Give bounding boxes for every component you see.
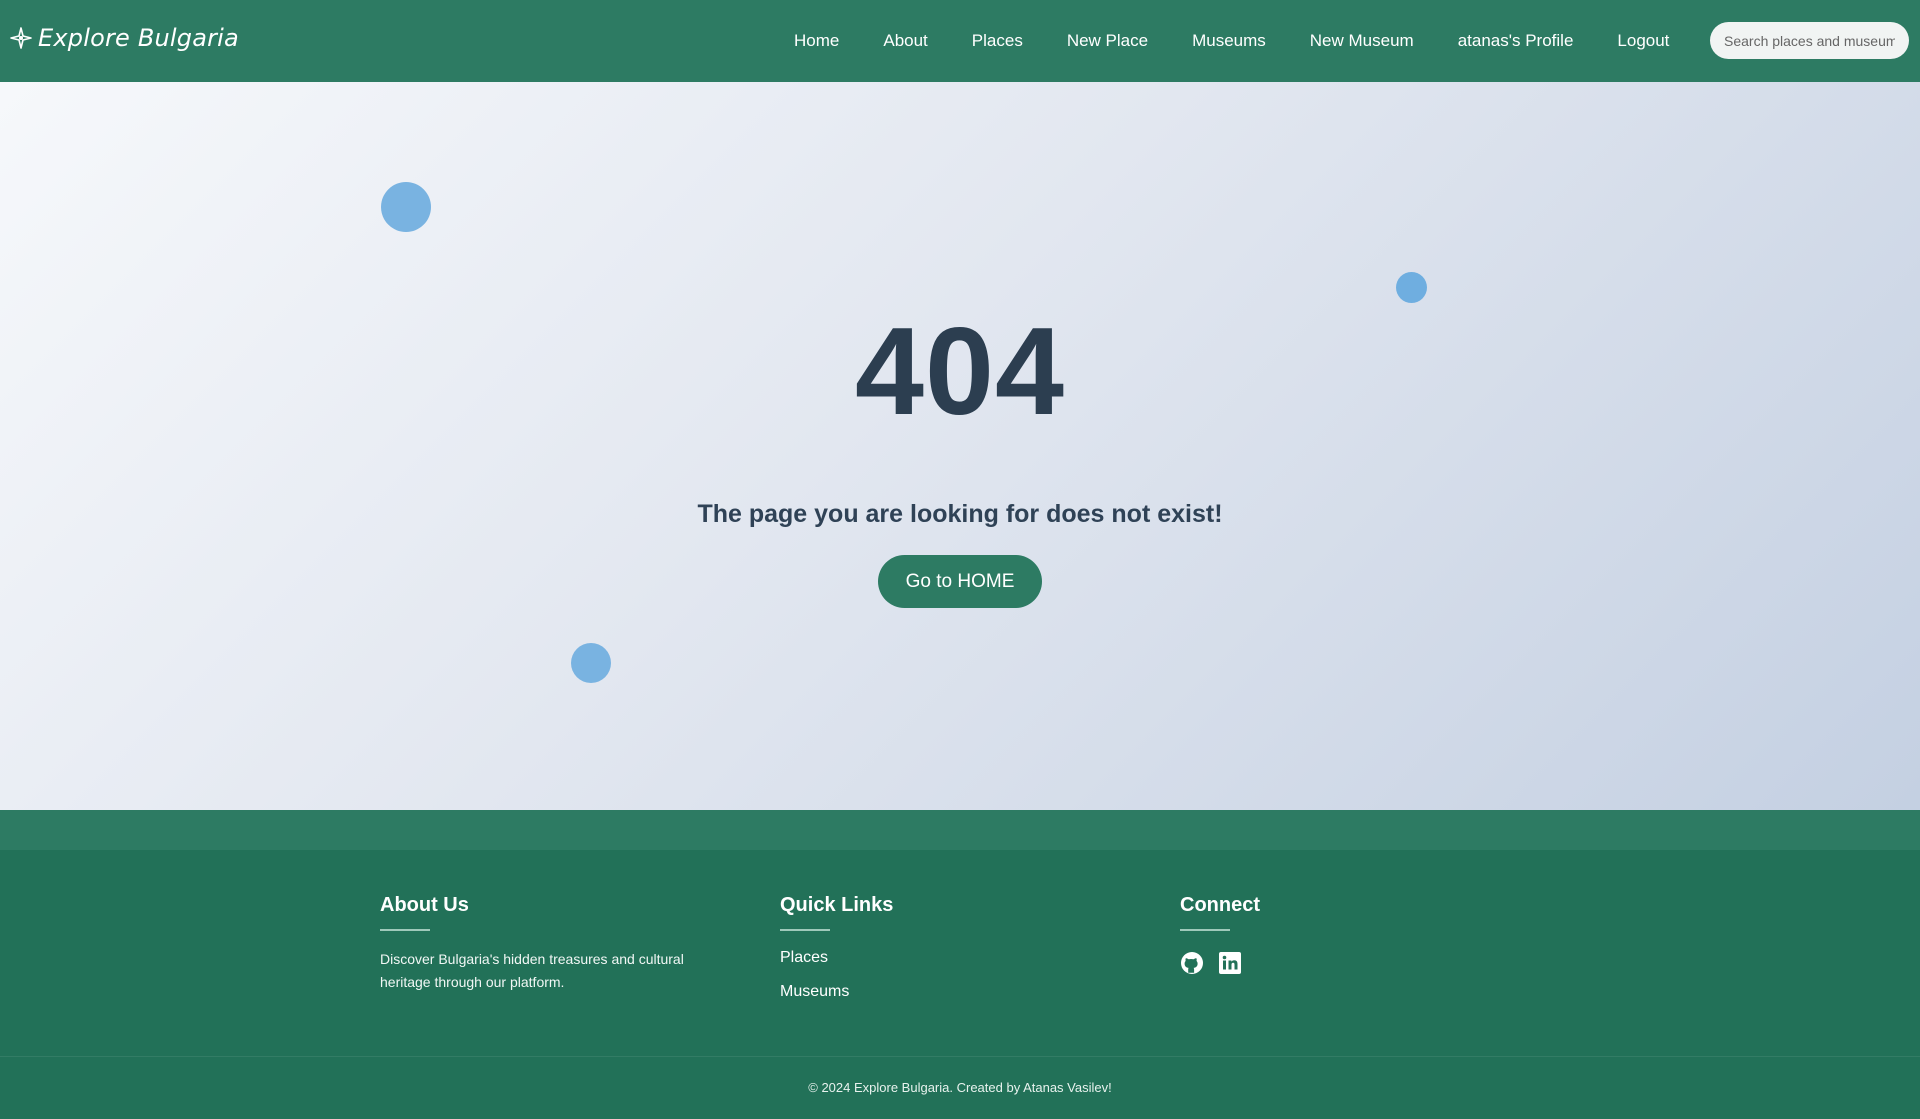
nav-about[interactable]: About: [883, 31, 927, 51]
footer-about-text: Discover Bulgaria's hidden treasures and…: [380, 951, 684, 990]
linkedin-icon[interactable]: [1218, 951, 1242, 975]
navbar: Explore Bulgaria Home About Places New P…: [0, 0, 1920, 82]
footer-quick-links-title: Quick Links: [780, 894, 894, 916]
search-input[interactable]: [1710, 22, 1909, 59]
decorative-bubble: [381, 182, 431, 232]
error-code: 404: [855, 303, 1065, 441]
copyright-text: © 2024 Explore Bulgaria. Created by Atan…: [808, 1080, 1112, 1095]
footer-top-band: [0, 810, 1920, 850]
heading-underline: [380, 929, 430, 931]
error-message: The page you are looking for does not ex…: [697, 500, 1223, 528]
nav-museums[interactable]: Museums: [1192, 31, 1266, 51]
footer-link-places[interactable]: Places: [780, 949, 1080, 967]
heading-underline: [1180, 929, 1230, 931]
go-home-button[interactable]: Go to HOME: [878, 555, 1042, 608]
decorative-bubble: [571, 643, 611, 683]
nav-places[interactable]: Places: [972, 31, 1023, 51]
footer-link-museums[interactable]: Museums: [780, 983, 1080, 1001]
github-icon[interactable]: [1180, 951, 1204, 975]
nav-profile[interactable]: atanas's Profile: [1458, 31, 1574, 51]
nav-logout[interactable]: Logout: [1617, 31, 1669, 51]
brand-name: Explore Bulgaria: [38, 24, 239, 52]
heading-underline: [780, 929, 830, 931]
footer-about-section: About Us Discover Bulgaria's hidden trea…: [380, 894, 720, 994]
footer: About Us Discover Bulgaria's hidden trea…: [0, 850, 1920, 1119]
brand-logo-link[interactable]: Explore Bulgaria: [10, 24, 239, 52]
main-nav: Home About Places New Place Museums New …: [794, 0, 1669, 82]
social-links: [1180, 951, 1480, 975]
decorative-bubble: [1396, 272, 1427, 303]
error-hero: 404 The page you are looking for does no…: [0, 82, 1920, 810]
compass-star-icon: [10, 27, 32, 49]
nav-new-museum[interactable]: New Museum: [1310, 31, 1414, 51]
footer-connect-title: Connect: [1180, 894, 1260, 916]
footer-about-title: About Us: [380, 894, 469, 916]
footer-connect-section: Connect: [1180, 894, 1480, 975]
footer-quick-links-section: Quick Links Places Museums: [780, 894, 1080, 1001]
nav-home[interactable]: Home: [794, 31, 839, 51]
footer-divider: [0, 1056, 1920, 1057]
nav-new-place[interactable]: New Place: [1067, 31, 1148, 51]
